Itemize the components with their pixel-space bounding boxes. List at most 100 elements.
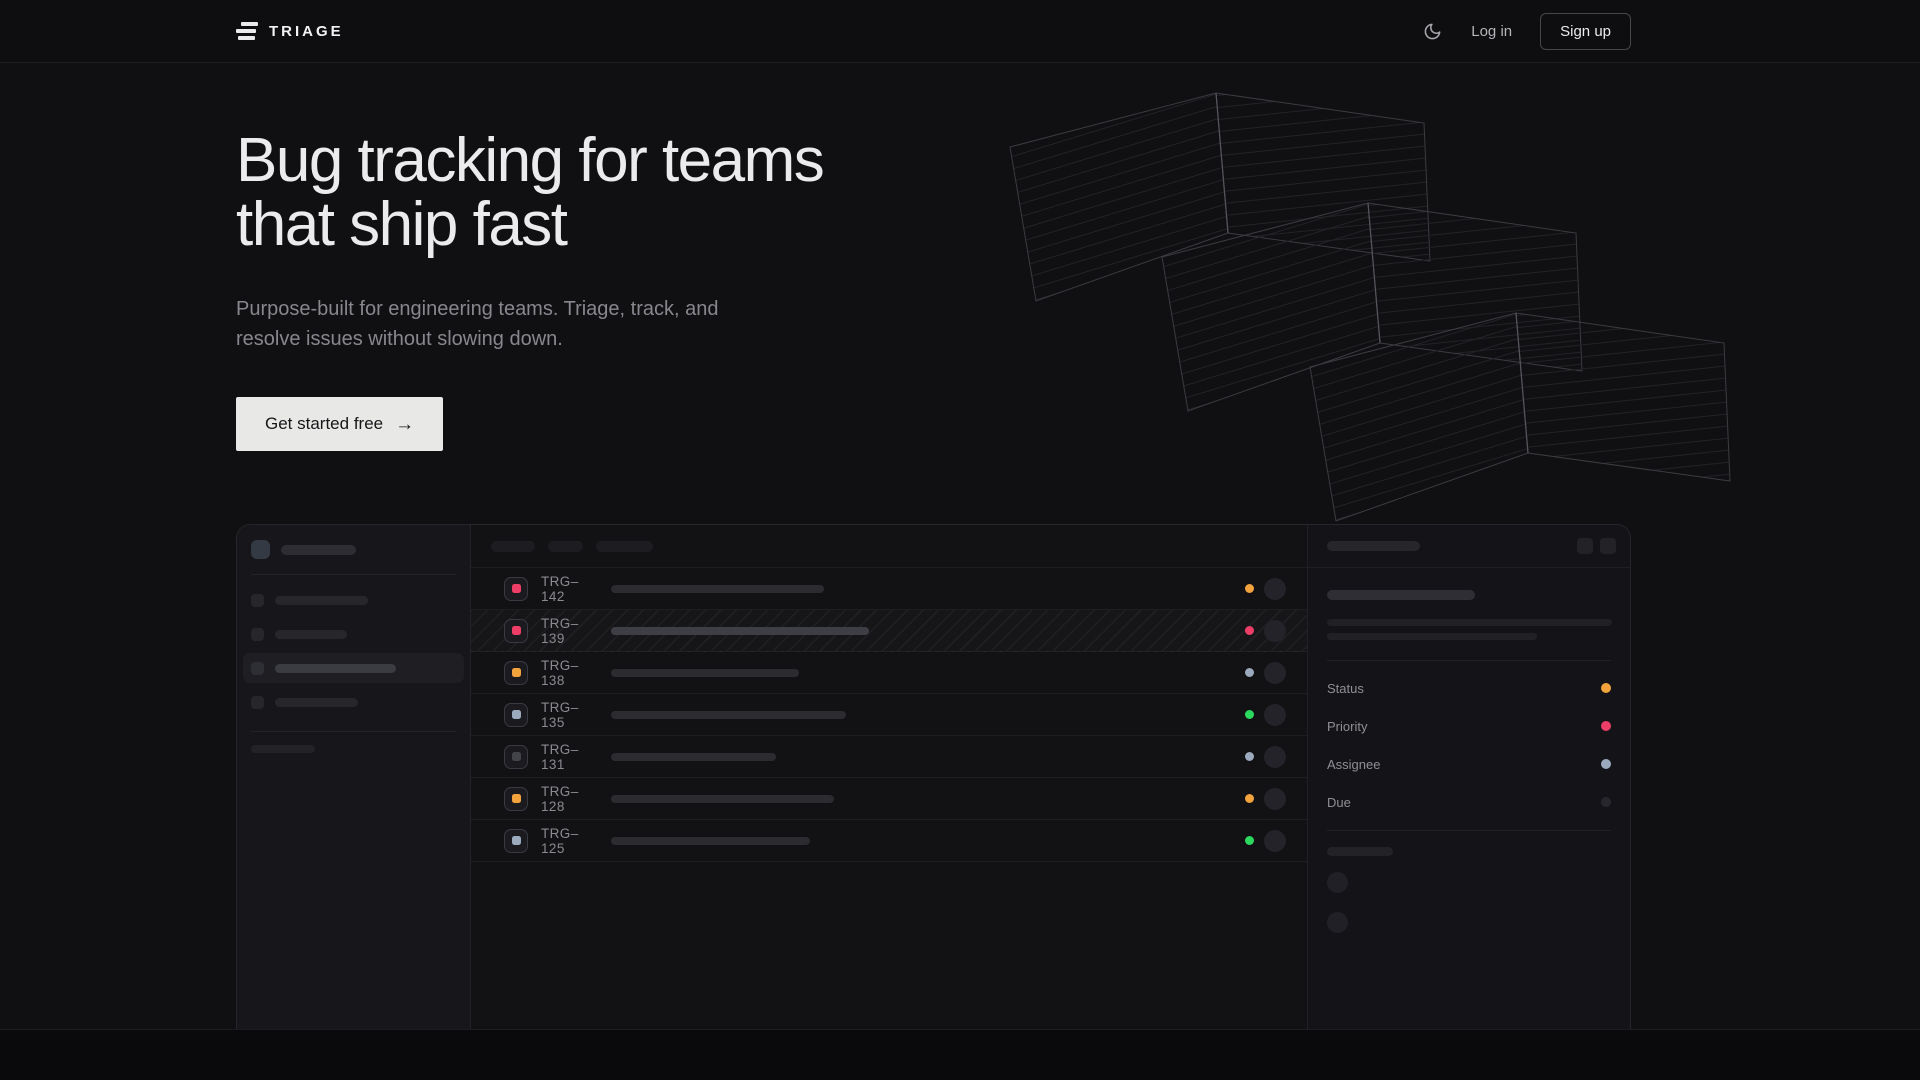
arrow-right-icon: → [395,415,414,434]
nav-item-label-skeleton [275,596,368,605]
status-dot [1245,584,1254,593]
field-label: Priority [1327,719,1367,734]
issue-title-skeleton [611,627,869,635]
issue-id: TRG–125 [541,826,601,856]
issue-row: TRG–135 [471,694,1307,736]
issue-row: TRG–142 [471,568,1307,610]
moon-icon [1423,22,1442,41]
panel-body: Status Priority Assignee [1308,590,1630,933]
issue-id: TRG–135 [541,700,601,730]
priority-icon [504,829,528,853]
workspace-name-skeleton [281,545,356,555]
list-header [471,525,1307,568]
issue-title-skeleton [611,585,824,593]
nav-item-label-skeleton [275,698,358,707]
issue-row: TRG–128 [471,778,1307,820]
panel-header [1308,525,1630,568]
field-label: Assignee [1327,757,1380,772]
status-dot [1245,836,1254,845]
issue-id: TRG–142 [541,574,601,604]
description-line-skeleton [1327,619,1612,626]
hero-section: Bug tracking for teams that ship fast Pu… [0,129,1920,451]
panel-title-skeleton [1327,541,1420,551]
login-link[interactable]: Log in [1471,23,1512,40]
field-list: Status Priority Assignee [1327,669,1611,821]
panel-button-skeleton [1577,538,1593,554]
assignee-avatar [1264,746,1286,768]
priority-icon [504,619,528,643]
issue-row: TRG–125 [471,820,1307,862]
issue-title-skeleton [611,837,810,845]
field-value-dot [1601,683,1611,693]
signup-button[interactable]: Sign up [1540,13,1631,50]
issue-id: TRG–139 [541,616,601,646]
nav-item-label-skeleton [275,630,347,639]
issue-title-skeleton [611,795,834,803]
landing-page: TRIAGE Log in Sign up Bug tracking for t… [0,0,1920,1080]
priority-icon [504,577,528,601]
nav-actions: Log in Sign up [1421,13,1631,50]
nav-item-icon-skeleton [251,628,264,641]
sidebar-nav-item [243,619,464,649]
issue-heading-skeleton [1327,590,1475,600]
nav-item-label-skeleton [275,664,396,673]
assignee-avatar [1264,830,1286,852]
assignee-avatar [1264,704,1286,726]
issue-title-skeleton [611,711,846,719]
sidebar-nav-item [243,653,464,683]
nav-item-icon-skeleton [251,696,264,709]
status-dot [1245,710,1254,719]
mockup-sidebar [237,525,471,1030]
hero-title: Bug tracking for teams that ship fast [236,129,1920,257]
comment-avatar-skeleton [1327,872,1348,893]
issue-title-skeleton [611,669,799,677]
status-dot [1245,752,1254,761]
priority-icon [504,661,528,685]
issue-row: TRG–138 [471,652,1307,694]
sidebar-divider [251,574,456,575]
assignee-avatar [1264,788,1286,810]
issue-id: TRG–138 [541,658,601,688]
get-started-button[interactable]: Get started free → [236,397,443,451]
hero-subtitle: Purpose-built for engineering teams. Tri… [236,294,1920,354]
nav-item-icon-skeleton [251,662,264,675]
assignee-avatar [1264,662,1286,684]
sidebar-nav-item [243,687,464,717]
field-value-dot [1601,721,1611,731]
filter-pill-skeleton [596,541,653,552]
filter-pill-skeleton [548,541,583,552]
brand-logo[interactable]: TRIAGE [236,22,344,40]
description-line-skeleton [1327,633,1537,640]
panel-divider [1327,660,1611,661]
panel-button-skeleton [1600,538,1616,554]
field-label: Due [1327,795,1351,810]
priority-icon [504,703,528,727]
cta-label: Get started free [265,414,383,434]
status-dot [1245,668,1254,677]
comment-avatar-skeleton [1327,912,1348,933]
section-label-skeleton [251,745,315,753]
theme-toggle-button[interactable] [1421,20,1443,42]
nav-item-icon-skeleton [251,594,264,607]
priority-icon [504,787,528,811]
activity-label-skeleton [1327,847,1393,856]
panel-header-buttons [1577,538,1616,554]
issue-id: TRG–131 [541,742,601,772]
filter-pill-skeleton [491,541,535,552]
app-mockup-card: TRG–142 TRG–139 TRG–138 [236,524,1631,1030]
priority-icon [504,745,528,769]
sidebar-nav-item [243,585,464,615]
footer [0,1029,1920,1080]
field-row: Assignee [1327,745,1611,783]
field-value-dot [1601,759,1611,769]
status-dot [1245,794,1254,803]
top-nav: TRIAGE Log in Sign up [0,0,1920,63]
status-dot [1245,626,1254,635]
field-label: Status [1327,681,1364,696]
field-row: Due [1327,783,1611,821]
panel-divider [1327,830,1611,831]
sidebar-nav [237,585,470,717]
workspace-icon [251,540,270,559]
issue-id: TRG–128 [541,784,601,814]
field-value-dot [1601,797,1611,807]
